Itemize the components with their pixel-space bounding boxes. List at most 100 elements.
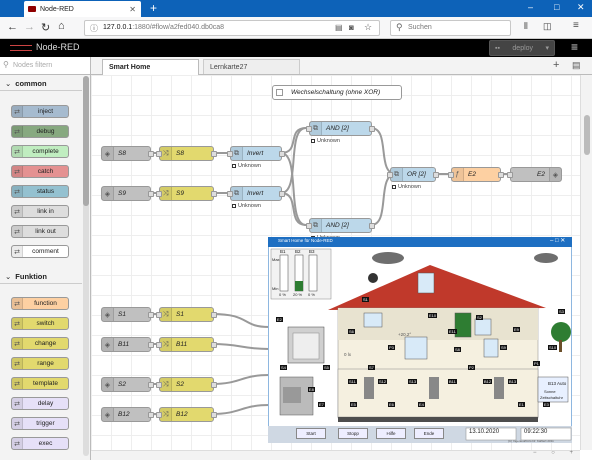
panel-button-start[interactable]: Start [296, 428, 326, 439]
add-flow-button[interactable]: + [553, 59, 559, 71]
switch-node-B11[interactable]: ⤨ B11 [156, 337, 217, 352]
output-port[interactable] [211, 312, 217, 318]
tab-lernkarte27[interactable]: Lernkarte27 [203, 59, 300, 74]
reload-icon[interactable]: ↻ [41, 21, 50, 34]
palette-category-funktion[interactable]: ⌄ Funktion [0, 269, 82, 284]
comment-node[interactable]: Wechselschaltung (ohne XOR) [272, 85, 402, 100]
output-port[interactable] [211, 382, 217, 388]
search-field[interactable]: ⚲ Suchen [390, 20, 511, 36]
switch-node-S1[interactable]: ⤨ S1 [156, 307, 217, 322]
output-port[interactable] [148, 342, 154, 348]
input-port[interactable] [227, 191, 233, 197]
input-node-S1[interactable]: ◈ S1 [101, 307, 154, 322]
input-port[interactable] [156, 151, 162, 157]
switch-node-S8[interactable]: ⤨ S8 [156, 146, 217, 161]
sidebar-icon[interactable]: ◫ [543, 21, 552, 32]
output-port[interactable] [148, 382, 154, 388]
input-port[interactable] [306, 126, 312, 132]
panel-button-stopp[interactable]: Stopp [338, 428, 368, 439]
close-tab-icon[interactable]: ✕ [129, 5, 136, 14]
input-port[interactable] [156, 191, 162, 197]
url-field[interactable]: ⓘ 127.0.0.1:1880/#flow/a2fed040.db0ca8 ▤… [84, 20, 380, 36]
or-node[interactable]: ⧉ OR [2] [387, 167, 439, 182]
input-node-S9[interactable]: ◈ S9 [101, 186, 154, 201]
bookmark-star-icon[interactable]: ☆ [364, 22, 372, 33]
output-port[interactable] [279, 151, 285, 157]
switch-node-S9[interactable]: ⤨ S9 [156, 186, 217, 201]
zoom-reset-icon[interactable]: ○ [551, 450, 555, 460]
output-port[interactable] [211, 151, 217, 157]
reader-view-icon[interactable]: ▤ [335, 23, 343, 32]
output-port[interactable] [148, 151, 154, 157]
palette-node-link-in[interactable]: ⇄ link in [11, 205, 69, 218]
window-controls[interactable]: – □ ✕ [550, 237, 565, 244]
palette-node-inject[interactable]: ⇄ inject [11, 105, 69, 118]
palette-filter[interactable]: ⚲ Nodes filtern [0, 57, 90, 75]
panel-button-ende[interactable]: Ende [414, 428, 444, 439]
back-icon[interactable]: ← [7, 21, 18, 33]
forward-icon[interactable]: → [24, 21, 35, 33]
output-port[interactable] [148, 412, 154, 418]
palette-scrollbar[interactable] [83, 76, 89, 456]
input-node-B11[interactable]: ◈ B11 [101, 337, 154, 352]
main-menu-icon[interactable]: ≡ [571, 40, 578, 54]
pocket-icon[interactable]: ◙ [349, 23, 354, 32]
output-port[interactable] [369, 126, 375, 132]
switch-node-S2[interactable]: ⤨ S2 [156, 377, 217, 392]
library-icon[interactable]: ⫴ [524, 21, 528, 32]
canvas-hscrollbar[interactable] [91, 450, 580, 460]
invert-node-0[interactable]: ⧉ Invert [227, 146, 285, 161]
output-port[interactable] [148, 191, 154, 197]
output-port[interactable] [433, 172, 439, 178]
input-port[interactable] [507, 172, 513, 178]
canvas-vscrollbar[interactable] [580, 75, 592, 450]
palette-node-complete[interactable]: ⇄ complete [11, 145, 69, 158]
page-info-icon[interactable]: ⓘ [90, 23, 98, 34]
input-port[interactable] [156, 312, 162, 318]
close-window-button[interactable]: ✕ [577, 2, 585, 13]
input-port[interactable] [306, 223, 312, 229]
input-port[interactable] [387, 172, 393, 178]
switch-node-B12[interactable]: ⤨ B12 [156, 407, 217, 422]
palette-node-change[interactable]: ⇄ change [11, 337, 69, 350]
and-node-top[interactable]: ⧉ AND [2] [306, 121, 375, 136]
palette-category-common[interactable]: ⌄ common [0, 76, 82, 91]
zoom-in-icon[interactable]: + [569, 450, 573, 460]
palette-node-comment[interactable]: ⇄ comment [11, 245, 69, 258]
flow-list-icon[interactable]: ▤ [572, 60, 581, 71]
invert-node-1[interactable]: ⧉ Invert [227, 186, 285, 201]
output-port[interactable] [279, 191, 285, 197]
input-node-S2[interactable]: ◈ S2 [101, 377, 154, 392]
home-icon[interactable]: ⌂ [58, 20, 65, 32]
panel-button-hilfe[interactable]: Hilfe [376, 428, 406, 439]
zoom-controls[interactable]: − ○ + [533, 450, 573, 460]
output-port[interactable] [211, 342, 217, 348]
input-port[interactable] [448, 172, 454, 178]
output-port[interactable] [148, 312, 154, 318]
output-port[interactable] [211, 191, 217, 197]
deploy-button[interactable]: ▪▪ deploy ▾ [489, 40, 555, 56]
menu-icon[interactable]: ≡ [573, 20, 579, 31]
input-port[interactable] [156, 342, 162, 348]
output-port[interactable] [498, 172, 504, 178]
palette-node-exec[interactable]: ⇄ exec [11, 437, 69, 450]
palette-node-switch[interactable]: ⇄ switch [11, 317, 69, 330]
palette-node-trigger[interactable]: ⇄ trigger [11, 417, 69, 430]
auto-label[interactable]: B13 Auto [548, 381, 566, 386]
palette-node-link-out[interactable]: ⇄ link out [11, 225, 69, 238]
and-node-bottom[interactable]: ⧉ AND [2] [306, 218, 375, 233]
palette-node-template[interactable]: ⇄ template [11, 377, 69, 390]
tab-smart-home[interactable]: Smart Home [102, 59, 199, 75]
output-node-e2[interactable]: E2 ◈ [507, 167, 562, 182]
new-tab-button[interactable]: + [150, 0, 157, 16]
maximize-button[interactable]: □ [554, 2, 559, 12]
palette-node-status[interactable]: ⇄ status [11, 185, 69, 198]
palette-node-delay[interactable]: ⇄ delay [11, 397, 69, 410]
palette-node-catch[interactable]: ⇄ catch [11, 165, 69, 178]
input-node-B12[interactable]: ◈ B12 [101, 407, 154, 422]
zoom-out-icon[interactable]: − [533, 450, 537, 460]
palette-node-range[interactable]: ⇄ range [11, 357, 69, 370]
output-port[interactable] [369, 223, 375, 229]
input-port[interactable] [156, 412, 162, 418]
function-node-e2[interactable]: ƒ E2 [448, 167, 504, 182]
